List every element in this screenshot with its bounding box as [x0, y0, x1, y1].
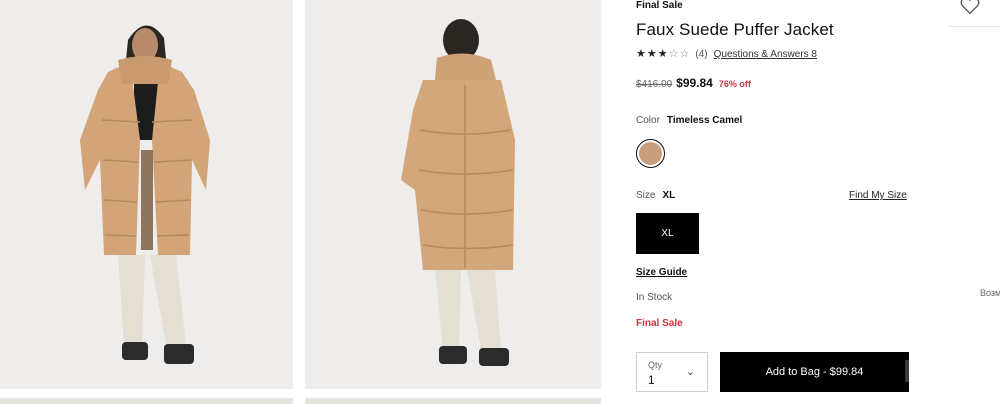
- size-guide-link[interactable]: Size Guide: [636, 267, 687, 278]
- quantity-select[interactable]: Qty 1 ⌄: [636, 352, 708, 392]
- color-swatch-selected[interactable]: [636, 139, 665, 168]
- final-sale-note: Final Sale: [636, 318, 683, 329]
- color-swatch-timeless-camel[interactable]: [639, 142, 662, 165]
- add-to-bag-button[interactable]: Add to Bag - $99.84: [720, 352, 909, 392]
- heart-icon[interactable]: [959, 0, 981, 15]
- size-label: Size: [636, 190, 656, 201]
- price-row: $416.00 $99.84 76% off: [636, 76, 751, 90]
- quantity-value: 1: [648, 373, 655, 387]
- color-row: Color Timeless Camel: [636, 115, 742, 126]
- stock-status: In Stock: [636, 292, 673, 303]
- final-sale-tag: Final Sale: [636, 0, 683, 11]
- size-row: Size XL: [636, 190, 675, 201]
- star-empty-icon: ☆: [668, 48, 679, 60]
- star-rating[interactable]: ★ ★ ★ ☆ ☆: [636, 49, 689, 60]
- next-image-peek: [0, 398, 293, 404]
- quantity-label: Qty: [648, 360, 663, 370]
- discount-badge: 76% off: [718, 79, 751, 89]
- review-count[interactable]: (4): [695, 49, 707, 60]
- side-panel-text: Возм: [980, 288, 1000, 298]
- color-label: Color: [636, 115, 660, 126]
- size-option-xl[interactable]: XL: [636, 213, 699, 254]
- product-image-front[interactable]: [0, 0, 293, 389]
- star-filled-icon: ★: [636, 48, 646, 60]
- product-title: Faux Suede Puffer Jacket: [636, 20, 834, 39]
- star-filled-icon: ★: [646, 48, 657, 60]
- find-my-size-link[interactable]: Find My Size: [849, 190, 907, 201]
- product-image-back[interactable]: [305, 0, 601, 389]
- model-front-illustration: [80, 25, 210, 364]
- sale-price: $99.84: [676, 76, 713, 90]
- model-back-illustration: [401, 19, 515, 366]
- next-image-peek: [305, 398, 601, 404]
- questions-answers-link[interactable]: Questions & Answers 8: [714, 49, 817, 60]
- chevron-down-icon: ⌄: [685, 366, 695, 378]
- rating-row: ★ ★ ★ ☆ ☆ (4) Questions & Answers 8: [636, 49, 817, 61]
- star-filled-icon: ★: [657, 48, 668, 60]
- original-price: $416.00: [636, 79, 673, 90]
- size-value: XL: [662, 190, 676, 201]
- button-edge-shadow: [905, 360, 909, 382]
- color-value: Timeless Camel: [666, 115, 743, 126]
- star-empty-icon: ☆: [679, 48, 690, 60]
- divider: [949, 26, 1000, 27]
